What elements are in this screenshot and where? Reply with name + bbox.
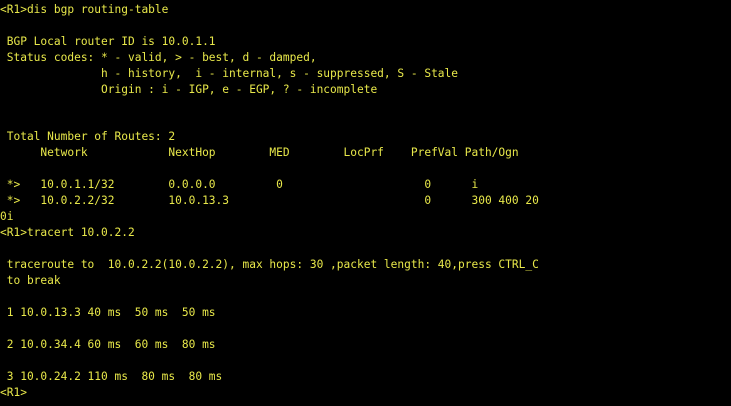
terminal-line: 2 10.0.34.4 60 ms 60 ms 80 ms bbox=[0, 338, 216, 351]
terminal-line: Network NextHop MED LocPrf PrefVal Path/… bbox=[0, 146, 519, 159]
terminal-line: *> 10.0.2.2/32 10.0.13.3 0 300 400 20 bbox=[0, 194, 539, 207]
terminal-line: to break bbox=[0, 274, 61, 287]
terminal-line: h - history, i - internal, s - suppresse… bbox=[0, 67, 459, 80]
terminal-line: traceroute to 10.0.2.2(10.0.2.2), max ho… bbox=[0, 258, 539, 271]
terminal-line: <R1>dis bgp routing-table bbox=[0, 3, 169, 16]
terminal-line: 0i bbox=[0, 210, 14, 223]
terminal-line: *> 10.0.1.1/32 0.0.0.0 0 0 i bbox=[0, 178, 479, 191]
terminal-window[interactable]: <R1>dis bgp routing-table BGP Local rout… bbox=[0, 0, 731, 406]
terminal-line: BGP Local router ID is 10.0.1.1 bbox=[0, 35, 216, 48]
terminal-line: Origin : i - IGP, e - EGP, ? - incomplet… bbox=[0, 83, 378, 96]
terminal-line: Total Number of Routes: 2 bbox=[0, 130, 176, 143]
terminal-line: 1 10.0.13.3 40 ms 50 ms 50 ms bbox=[0, 306, 216, 319]
terminal-line: Status codes: * - valid, > - best, d - d… bbox=[0, 51, 317, 64]
terminal-line: 3 10.0.24.2 110 ms 80 ms 80 ms bbox=[0, 370, 223, 383]
terminal-prompt-line[interactable]: <R1> bbox=[0, 385, 34, 401]
terminal-line: <R1>tracert 10.0.2.2 bbox=[0, 226, 135, 239]
terminal-prompt: <R1> bbox=[0, 386, 27, 399]
text-cursor bbox=[27, 386, 34, 398]
